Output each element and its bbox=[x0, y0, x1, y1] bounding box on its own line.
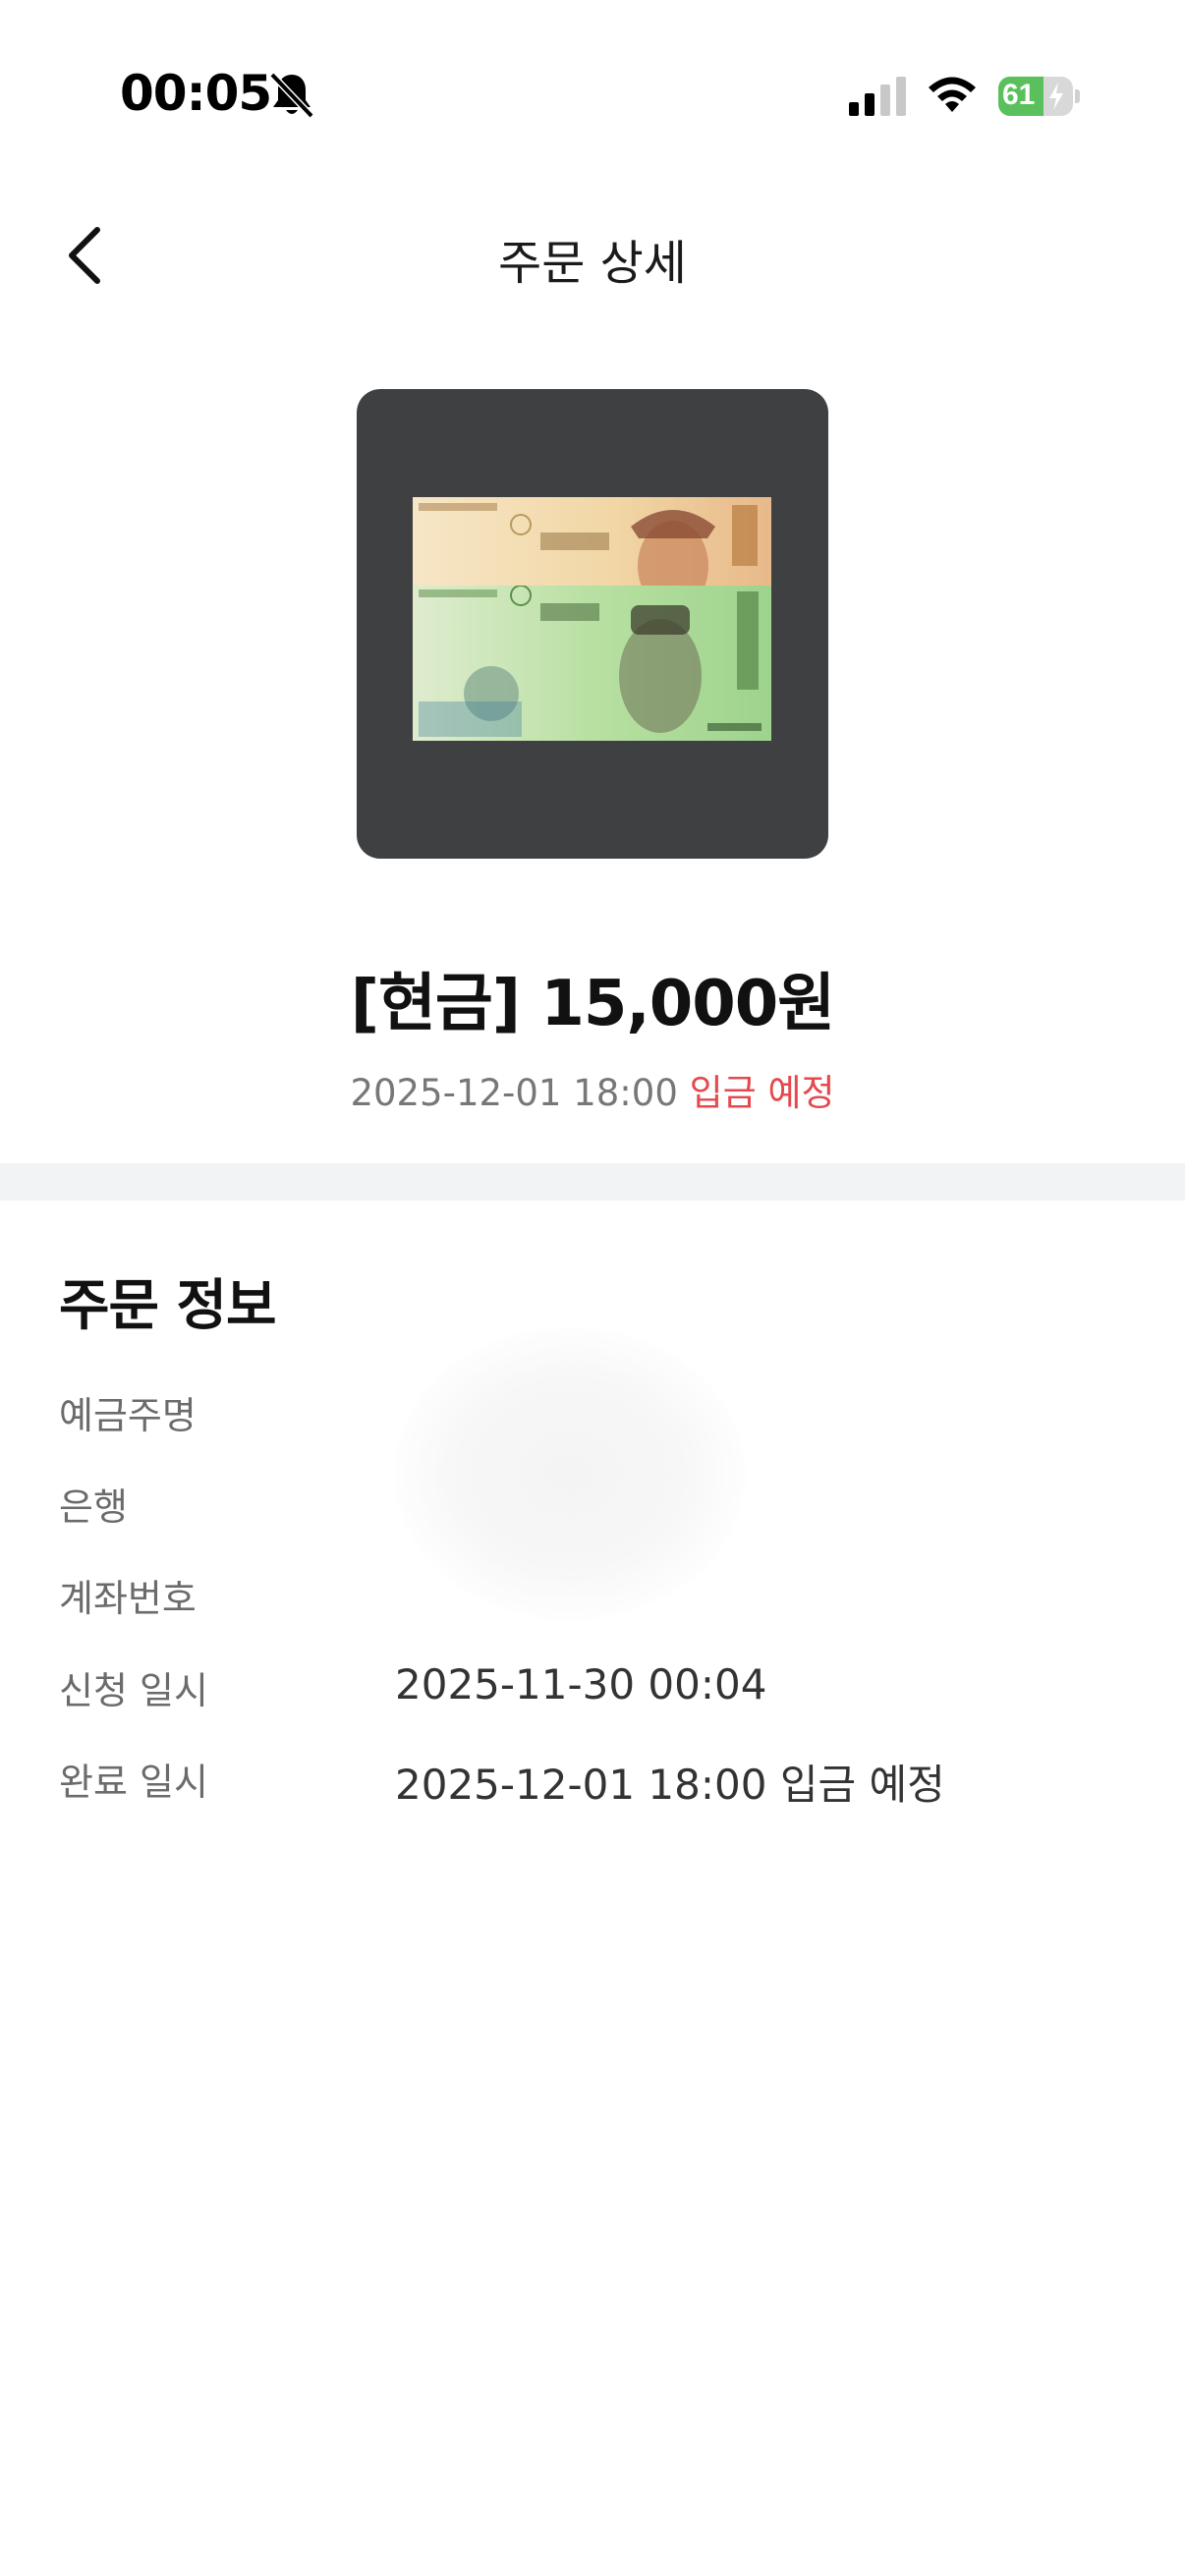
info-label: 은행 bbox=[59, 1485, 128, 1529]
battery-body: 61 bbox=[998, 77, 1073, 116]
cellular-signal-icon bbox=[849, 77, 906, 116]
info-row-account-number: 계좌번호 bbox=[59, 1568, 1140, 1627]
nav-bar: 주문 상세 bbox=[0, 196, 1185, 314]
status-time: 00:05 bbox=[120, 65, 272, 122]
info-label: 계좌번호 bbox=[59, 1577, 197, 1620]
page-title: 주문 상세 bbox=[498, 236, 687, 291]
info-row-account-holder: 예금주명 bbox=[59, 1385, 1140, 1444]
info-row-bank: 은행 bbox=[59, 1477, 1140, 1536]
battery-level: 61 bbox=[1002, 79, 1036, 111]
product-subtitle: 2025-12-01 18:00 입금 예정 bbox=[0, 1063, 1185, 1116]
wifi-icon bbox=[929, 77, 976, 112]
banknote-10000-image bbox=[413, 585, 771, 741]
order-info-title: 주문 정보 bbox=[59, 1274, 277, 1338]
info-row-request-date: 신청 일시 2025-11-30 00:04 bbox=[59, 1660, 1140, 1719]
status-bar: 00:05 61 bbox=[0, 0, 1185, 147]
info-label: 신청 일시 bbox=[59, 1669, 208, 1712]
info-label: 완료 일시 bbox=[59, 1761, 208, 1804]
battery-charging-icon: 61 bbox=[998, 77, 1081, 116]
section-divider bbox=[0, 1163, 1185, 1201]
info-row-complete-date: 완료 일시 2025-12-01 18:00 입금 예정 bbox=[59, 1752, 1140, 1811]
product-title: [현금] 15,000원 bbox=[350, 968, 835, 1040]
bolt-icon bbox=[1049, 83, 1063, 110]
info-value: 2025-11-30 00:04 bbox=[395, 1660, 767, 1708]
banknote-10000-art bbox=[419, 585, 762, 737]
info-value: 2025-12-01 18:00 입금 예정 bbox=[395, 1761, 945, 1809]
product-image bbox=[357, 389, 828, 859]
product-status: 입금 예정 bbox=[689, 1072, 835, 1114]
bell-slash-icon bbox=[269, 72, 314, 119]
info-label: 예금주명 bbox=[59, 1394, 197, 1437]
battery-nub bbox=[1075, 89, 1080, 103]
product-datetime: 2025-12-01 18:00 bbox=[350, 1072, 678, 1114]
